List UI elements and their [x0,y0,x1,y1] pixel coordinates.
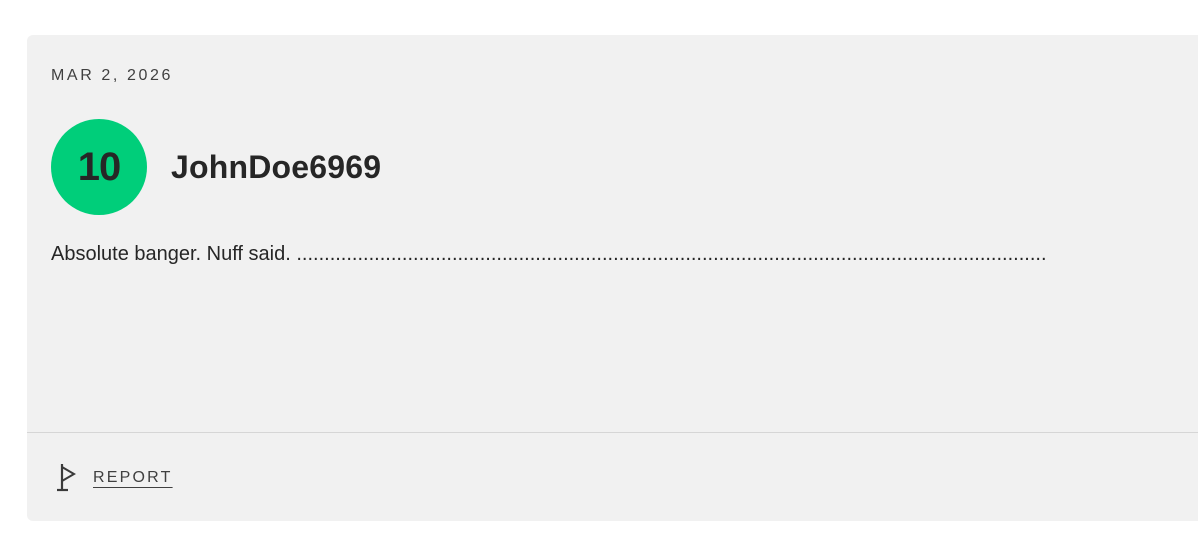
review-text: Absolute banger. Nuff said. ............… [51,243,1047,265]
score-badge: 10 [51,119,147,215]
review-card: MAR 2, 2026 10 JohnDoe6969 Absolute bang… [27,35,1198,521]
username[interactable]: JohnDoe6969 [171,149,381,186]
report-button[interactable]: REPORT [54,462,173,494]
flag-icon [57,464,76,492]
divider [27,432,1198,433]
review-date: MAR 2, 2026 [51,67,173,84]
report-label[interactable]: REPORT [93,469,173,487]
review-header: 10 JohnDoe6969 [51,119,381,215]
